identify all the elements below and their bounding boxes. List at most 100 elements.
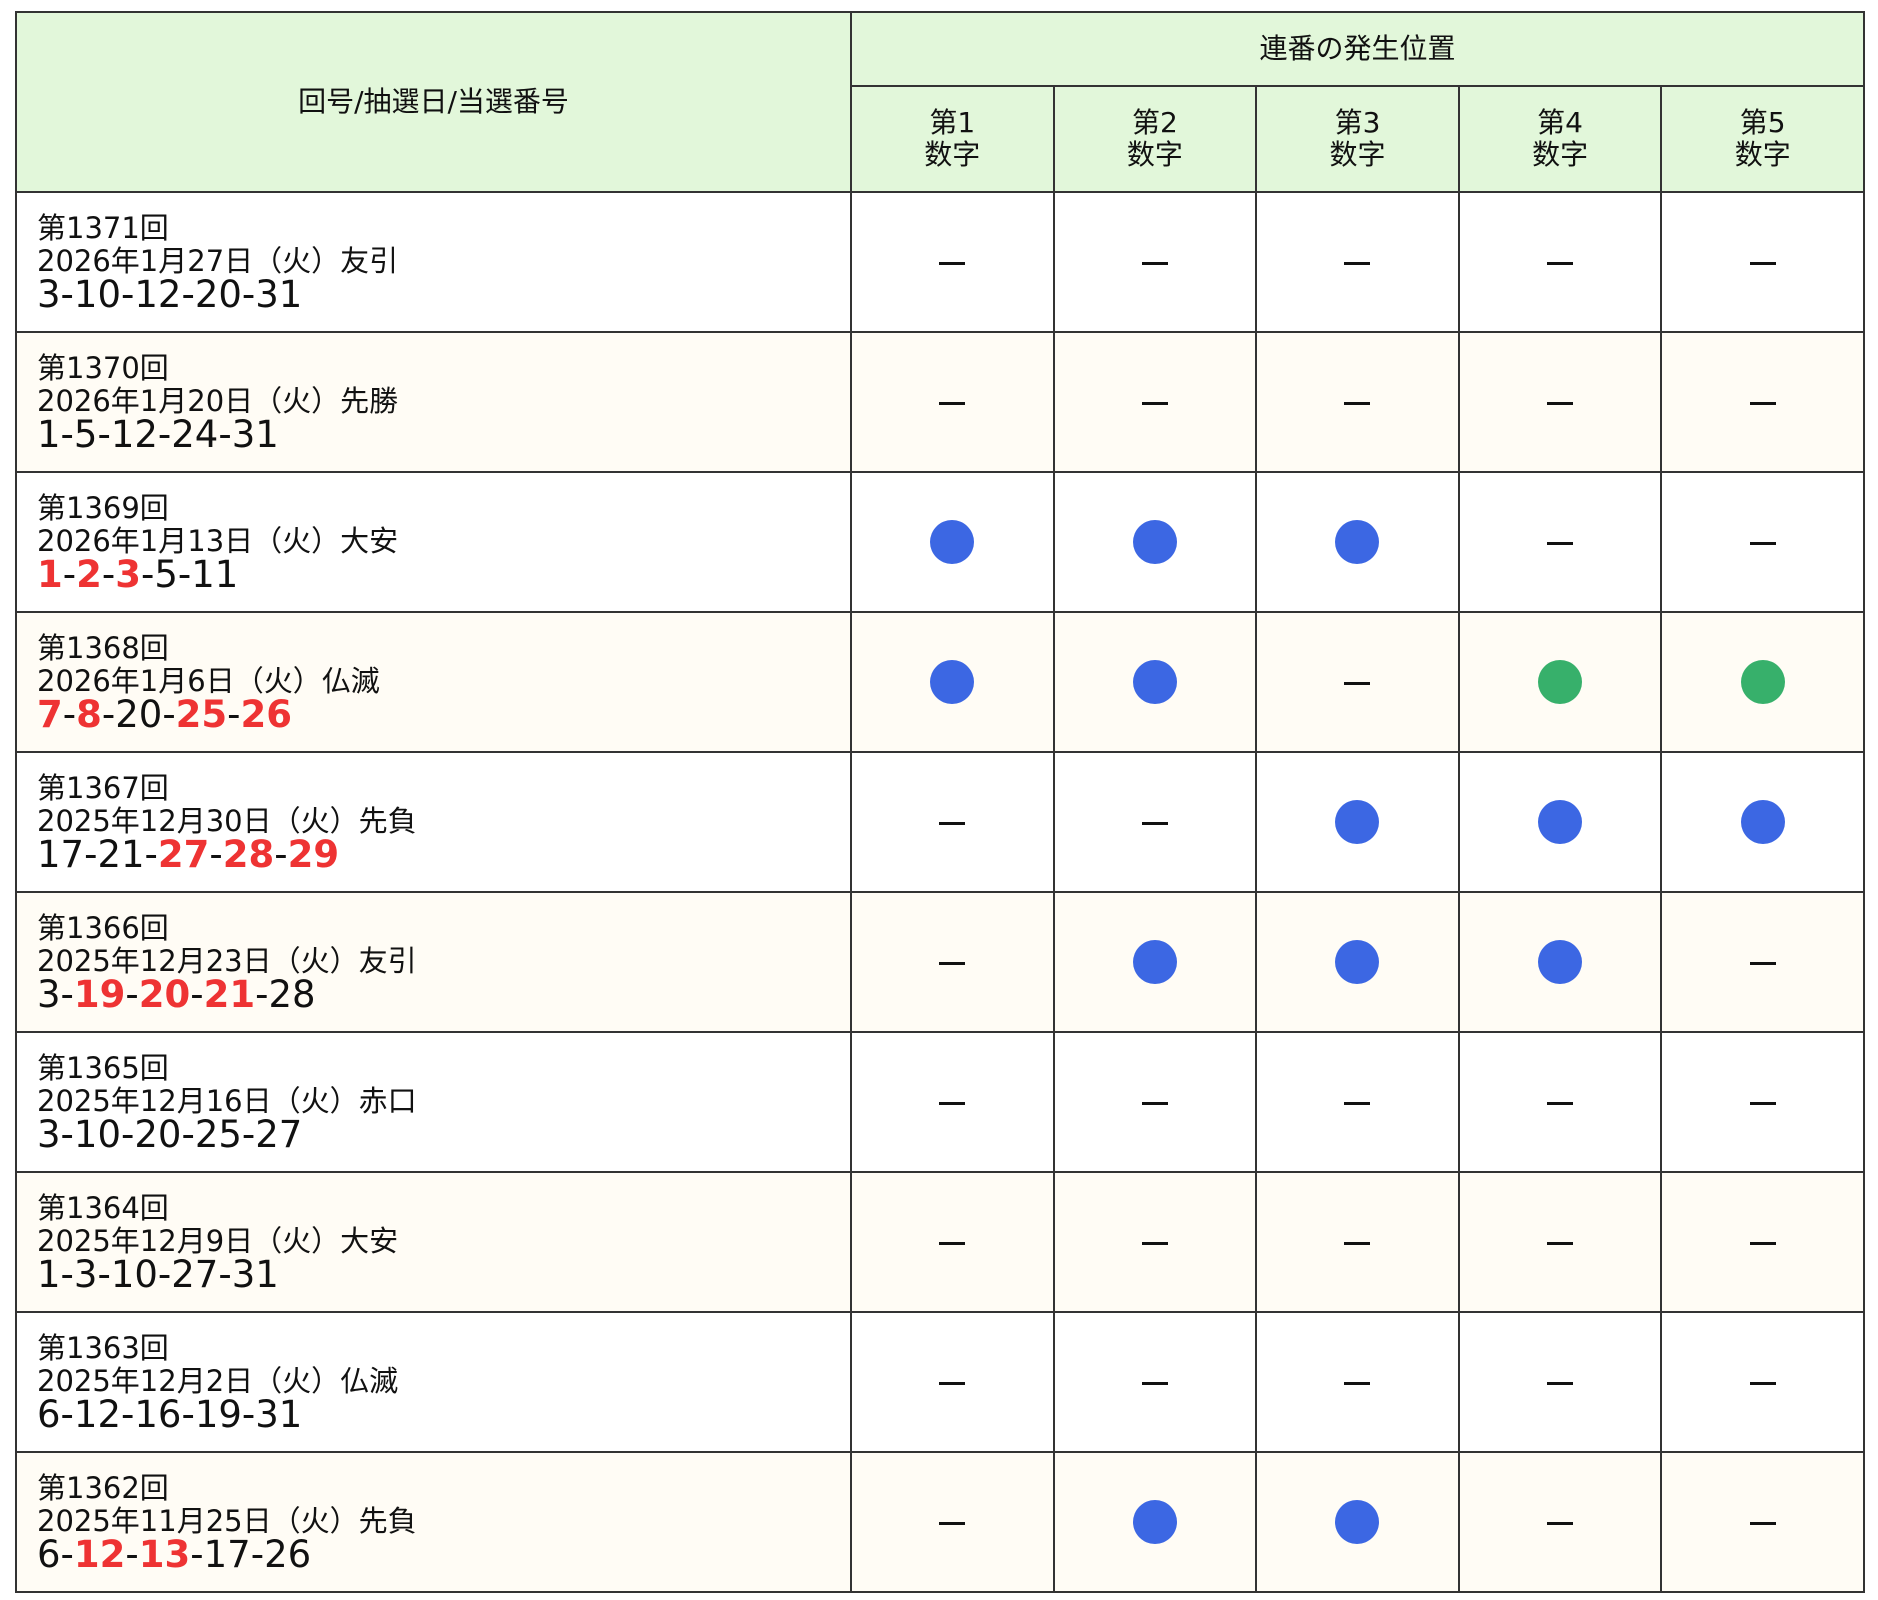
table-body: 第1371回 2026年1月27日（火）友引 3-10-12-20-31 第1370回… bbox=[15, 191, 1866, 1593]
number-separator: - bbox=[241, 273, 256, 316]
position-cell-3 bbox=[1255, 611, 1460, 753]
position-cell-2 bbox=[1052, 191, 1258, 333]
none-dash-icon bbox=[1749, 541, 1776, 545]
position-cell-3 bbox=[1255, 1451, 1460, 1593]
number-separator: - bbox=[241, 1393, 256, 1436]
winning-number: 16 bbox=[134, 1393, 182, 1436]
none-dash-icon bbox=[1344, 401, 1371, 405]
draw-number: 第1363回 bbox=[37, 1331, 169, 1365]
blue-circle-icon bbox=[1132, 660, 1177, 704]
number-separator: - bbox=[62, 693, 77, 736]
winning-number: 28 bbox=[268, 973, 316, 1016]
winning-numbers: 3-10-12-20-31 bbox=[37, 276, 850, 313]
position-cell-2 bbox=[1052, 1171, 1258, 1313]
none-dash-icon bbox=[1344, 681, 1371, 685]
blue-circle-icon bbox=[1335, 520, 1380, 564]
position-cell-1 bbox=[850, 471, 1055, 613]
winning-number-consecutive: 25 bbox=[175, 693, 228, 736]
blue-circle-icon bbox=[1132, 940, 1177, 984]
position-cell-1 bbox=[850, 331, 1055, 473]
position-cell-4 bbox=[1457, 1031, 1663, 1173]
winning-number: 3 bbox=[37, 273, 61, 316]
none-dash-icon bbox=[939, 261, 966, 265]
winning-number-consecutive: 8 bbox=[76, 693, 102, 736]
winning-number: 3 bbox=[37, 973, 61, 1016]
number-separator: - bbox=[157, 413, 172, 456]
winning-numbers: 7-8-20-25-26 bbox=[37, 696, 850, 733]
number-separator: - bbox=[97, 413, 111, 456]
number-separator: - bbox=[190, 973, 204, 1016]
none-dash-icon bbox=[1547, 1381, 1574, 1385]
winning-number: 10 bbox=[73, 273, 121, 316]
number-separator: - bbox=[140, 553, 155, 596]
none-dash-icon bbox=[1141, 401, 1168, 405]
position-cell-3 bbox=[1255, 1311, 1460, 1453]
number-separator: - bbox=[255, 973, 269, 1016]
blue-circle-icon bbox=[1538, 940, 1583, 984]
blue-circle-icon bbox=[1335, 800, 1380, 844]
none-dash-icon bbox=[1749, 1521, 1776, 1525]
table-row: 第1366回 2025年12月23日（火）友引 3-19-20-21-28 bbox=[15, 891, 1866, 1033]
winning-number-consecutive: 7 bbox=[37, 693, 63, 736]
position-cell-4 bbox=[1457, 1171, 1663, 1313]
header-position-3: 第3 数字 bbox=[1255, 85, 1460, 193]
number-separator: - bbox=[274, 833, 288, 876]
position-cell-1 bbox=[850, 1311, 1055, 1453]
header-position-4: 第4 数字 bbox=[1457, 85, 1663, 193]
winning-number: 5 bbox=[73, 413, 98, 456]
winning-number: 21 bbox=[97, 833, 145, 876]
number-separator: - bbox=[190, 1533, 204, 1576]
position-cell-1 bbox=[850, 1451, 1055, 1593]
draw-info-cell: 第1367回 2025年12月30日（火）先負 17-21-27-28-29 bbox=[15, 751, 852, 893]
winning-number-consecutive: 27 bbox=[157, 833, 210, 876]
number-separator: - bbox=[60, 413, 74, 456]
table-row: 第1369回 2026年1月13日（火）大安 1-2-3-5-11 bbox=[15, 471, 1866, 613]
position-cell-5 bbox=[1660, 331, 1866, 473]
number-separator: - bbox=[250, 1533, 265, 1576]
position-cell-4 bbox=[1457, 331, 1663, 473]
draw-info-cell: 第1364回 2025年12月9日（火）大安 1-3-10-27-31 bbox=[15, 1171, 852, 1313]
draw-number: 第1369回 bbox=[37, 491, 169, 525]
draw-info-cell: 第1366回 2025年12月23日（火）友引 3-19-20-21-28 bbox=[15, 891, 852, 1033]
draw-number: 第1364回 bbox=[37, 1191, 169, 1225]
number-separator: - bbox=[62, 553, 77, 596]
number-separator: - bbox=[60, 273, 74, 316]
number-separator: - bbox=[227, 693, 241, 736]
position-cell-4 bbox=[1457, 1311, 1663, 1453]
draw-info-cell: 第1369回 2026年1月13日（火）大安 1-2-3-5-11 bbox=[15, 471, 852, 613]
winning-number: 31 bbox=[231, 1253, 279, 1296]
number-separator: - bbox=[121, 273, 135, 316]
number-separator: - bbox=[144, 833, 158, 876]
winning-number-consecutive: 19 bbox=[73, 973, 126, 1016]
position-cell-4 bbox=[1457, 191, 1663, 333]
blue-circle-icon bbox=[1335, 1500, 1380, 1544]
number-separator: - bbox=[97, 1253, 111, 1296]
winning-number: 19 bbox=[194, 1393, 242, 1436]
none-dash-icon bbox=[1749, 1381, 1776, 1385]
winning-number: 31 bbox=[231, 413, 279, 456]
position-cell-2 bbox=[1052, 1451, 1258, 1593]
draw-number: 第1365回 bbox=[37, 1051, 169, 1085]
winning-number: 6 bbox=[37, 1533, 61, 1576]
winning-numbers: 1-3-10-27-31 bbox=[37, 1256, 850, 1293]
winning-number: 1 bbox=[37, 1253, 61, 1296]
none-dash-icon bbox=[1141, 821, 1168, 825]
draw-number: 第1367回 bbox=[37, 771, 169, 805]
none-dash-icon bbox=[1749, 261, 1776, 265]
winning-number-consecutive: 28 bbox=[222, 833, 275, 876]
header-position-label: 第1 bbox=[929, 105, 976, 139]
winning-number-consecutive: 13 bbox=[138, 1533, 191, 1576]
none-dash-icon bbox=[1749, 1101, 1776, 1105]
winning-number: 5 bbox=[154, 553, 178, 596]
draw-info-cell: 第1363回 2025年12月2日（火）仏滅 6-12-16-19-31 bbox=[15, 1311, 852, 1453]
position-cell-4 bbox=[1457, 471, 1663, 613]
number-separator: - bbox=[162, 693, 176, 736]
table-row: 第1365回 2025年12月16日（火）赤口 3-10-20-25-27 bbox=[15, 1031, 1866, 1173]
position-cell-5 bbox=[1660, 471, 1866, 613]
none-dash-icon bbox=[1547, 541, 1574, 545]
number-separator: - bbox=[241, 1113, 256, 1156]
position-cell-1 bbox=[850, 751, 1055, 893]
winning-number: 3 bbox=[73, 1253, 98, 1296]
winning-number: 3 bbox=[37, 1113, 61, 1156]
position-cell-2 bbox=[1052, 1031, 1258, 1173]
